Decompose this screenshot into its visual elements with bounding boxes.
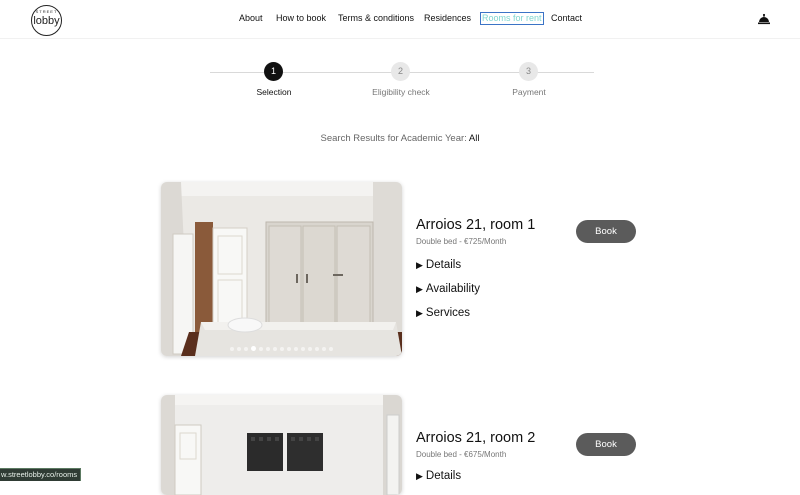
room-1-services-toggle[interactable]: ▶ Services — [416, 307, 470, 319]
nav-rooms-for-rent[interactable]: Rooms for rent — [480, 12, 544, 25]
nav-about[interactable]: About — [239, 13, 263, 23]
step-3-circle: 3 — [519, 62, 538, 81]
step-2-circle: 2 — [391, 62, 410, 81]
room-2-subtitle: Double bed - €675/Month — [416, 450, 507, 459]
room-1-photo-carousel[interactable] — [161, 182, 402, 356]
nav-how-to-book[interactable]: How to book — [276, 13, 326, 23]
step-2-label: Eligibility check — [372, 87, 430, 97]
room-1-title: Arroios 21, room 1 — [416, 217, 536, 233]
status-bar-url: w.streetlobby.co/rooms — [0, 468, 82, 481]
room-1-book-button[interactable]: Book — [576, 220, 636, 243]
room-2-details-toggle[interactable]: ▶ Details — [416, 470, 461, 482]
carousel-dot[interactable] — [301, 346, 305, 351]
carousel-dot[interactable] — [287, 346, 291, 351]
search-results-label: Search Results for Academic Year: — [320, 133, 467, 144]
room-2-title: Arroios 21, room 2 — [416, 430, 536, 446]
carousel-dot[interactable] — [308, 346, 312, 351]
carousel-dot[interactable] — [251, 346, 256, 351]
carousel-dot[interactable] — [322, 346, 326, 351]
reception-bell-icon[interactable] — [757, 12, 771, 26]
room-2-details-label: Details — [425, 470, 462, 482]
room-1-details-toggle[interactable]: ▶ Details — [416, 259, 461, 271]
carousel-dot[interactable] — [315, 346, 319, 351]
carousel-dot[interactable] — [273, 346, 277, 351]
room-1-availability-label: Availability — [425, 283, 481, 295]
step-3-label: Payment — [512, 87, 546, 97]
room-1-subtitle: Double bed - €725/Month — [416, 237, 507, 246]
room-1-carousel-dots[interactable] — [161, 346, 402, 351]
carousel-dot[interactable] — [266, 346, 270, 351]
carousel-dot[interactable] — [280, 346, 284, 351]
step-1-label: Selection — [256, 87, 292, 97]
carousel-dot[interactable] — [230, 346, 234, 351]
room-1-availability-toggle[interactable]: ▶ Availability — [416, 283, 480, 295]
nav-contact[interactable]: Contact — [551, 13, 582, 23]
carousel-dot[interactable] — [244, 346, 248, 351]
carousel-dot[interactable] — [294, 346, 298, 351]
room-2-photo-carousel[interactable] — [161, 395, 402, 495]
room-2-book-button[interactable]: Book — [576, 433, 636, 456]
nav-residences[interactable]: Residences — [424, 13, 471, 23]
search-results-heading: Search Results for Academic Year: All — [0, 133, 800, 144]
academic-year-value: All — [468, 133, 480, 144]
room-1-details-label: Details — [425, 259, 462, 271]
carousel-dot[interactable] — [329, 346, 333, 351]
room-1-services-label: Services — [425, 307, 471, 319]
main-nav: About How to book Terms & conditions Res… — [0, 12, 800, 27]
nav-terms-conditions[interactable]: Terms & conditions — [338, 13, 414, 23]
carousel-dot[interactable] — [259, 346, 263, 351]
room-2-photo — [161, 395, 402, 495]
carousel-dot[interactable] — [237, 346, 241, 351]
room-1-photo — [161, 182, 402, 356]
step-1-circle: 1 — [264, 62, 283, 81]
site-header: STREET lobby About How to book Terms & c… — [0, 0, 800, 39]
